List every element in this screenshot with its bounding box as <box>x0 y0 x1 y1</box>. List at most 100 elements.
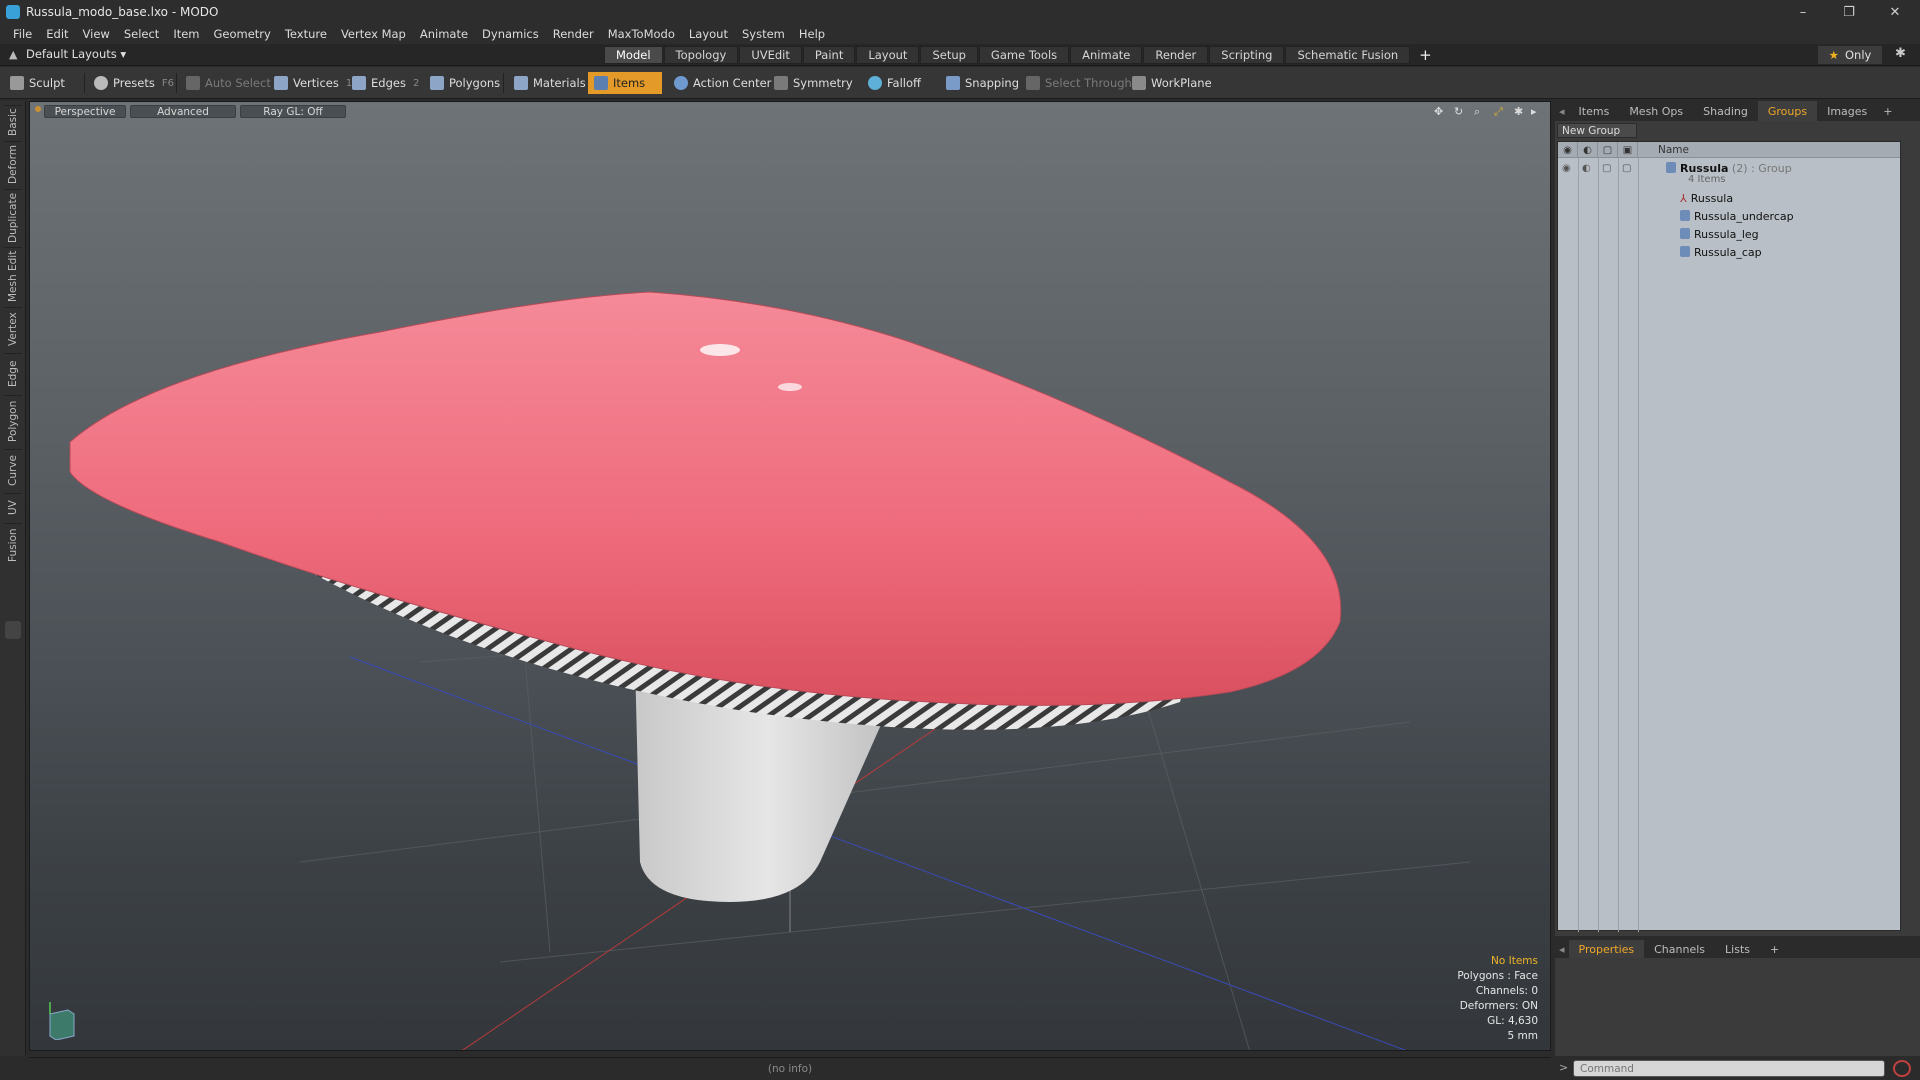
group-item-russula-cap[interactable]: Russula_cap <box>1558 244 1900 262</box>
symmetry-button[interactable]: Symmetry <box>768 72 859 94</box>
polygons-button[interactable]: Polygons <box>424 72 506 94</box>
modo-app-icon <box>6 5 20 19</box>
menu-layout[interactable]: Layout <box>682 27 735 41</box>
tab-paint[interactable]: Paint <box>802 46 856 64</box>
record-macro-icon[interactable] <box>1893 1060 1911 1077</box>
menu-texture[interactable]: Texture <box>278 27 334 41</box>
action-center-button[interactable]: Action Center <box>668 72 777 94</box>
group-eye-icon[interactable]: ◉ <box>1562 163 1571 174</box>
menu-geometry[interactable]: Geometry <box>207 27 278 41</box>
tab-game-tools[interactable]: Game Tools <box>978 46 1070 64</box>
menu-item[interactable]: Item <box>166 27 206 41</box>
tab-scripting[interactable]: Scripting <box>1209 46 1285 64</box>
lock-icon[interactable]: ▢ <box>1598 142 1618 158</box>
group-lock-icon[interactable]: ▢ <box>1602 163 1611 174</box>
tab-properties[interactable]: Properties <box>1568 940 1645 958</box>
close-button[interactable]: ✕ <box>1872 0 1918 24</box>
render-icon[interactable]: ◐ <box>1578 142 1598 158</box>
tab-channels[interactable]: Channels <box>1644 940 1715 958</box>
tab-model[interactable]: Model <box>604 46 663 64</box>
visibility-eye-icon[interactable]: ◉ <box>1558 142 1578 158</box>
3d-viewport[interactable]: Perspective Advanced Ray GL: Off ✥ ↻ ⌕ ⤢… <box>29 101 1551 1051</box>
extra-tool-button[interactable] <box>5 621 21 639</box>
tab-duplicate[interactable]: Duplicate <box>4 189 22 245</box>
group-select-icon[interactable]: ▢ <box>1622 163 1631 174</box>
menu-file[interactable]: File <box>6 27 39 41</box>
default-layouts-dropdown[interactable]: Default Layouts ▾ <box>26 47 126 61</box>
tab-edge[interactable]: Edge <box>4 353 22 393</box>
group-item-russula-leg[interactable]: Russula_leg <box>1558 226 1900 244</box>
falloff-button[interactable]: Falloff <box>862 72 927 94</box>
tab-fusion[interactable]: Fusion <box>4 523 22 567</box>
name-column-header[interactable]: Name <box>1658 144 1689 156</box>
collapse-arrow-icon[interactable]: ▲ <box>9 48 17 61</box>
tab-topology[interactable]: Topology <box>663 46 739 64</box>
tab-uv[interactable]: UV <box>4 493 22 521</box>
command-input[interactable] <box>1573 1060 1885 1077</box>
menu-render[interactable]: Render <box>546 27 601 41</box>
tab-uvedit[interactable]: UVEdit <box>739 46 802 64</box>
group-item-russula[interactable]: ⅄ Russula <box>1558 190 1900 208</box>
panel-menu-icon[interactable]: ◂ <box>1555 101 1569 121</box>
select-through-button[interactable]: Select Through <box>1020 72 1138 94</box>
group-item-russula-undercap[interactable]: Russula_undercap <box>1558 208 1900 226</box>
select-icon[interactable]: ▣ <box>1618 142 1638 158</box>
polygons-icon <box>430 76 444 90</box>
minimize-button[interactable]: – <box>1780 0 1826 24</box>
gear-icon[interactable]: ✱ <box>1895 46 1906 61</box>
add-tab-plus-icon[interactable]: + <box>1411 46 1440 64</box>
groups-scrollbar[interactable] <box>1902 141 1916 931</box>
tab-curve[interactable]: Curve <box>4 449 22 491</box>
menu-bar: File Edit View Select Item Geometry Text… <box>0 24 1920 44</box>
tab-animate[interactable]: Animate <box>1070 46 1143 64</box>
new-group-button[interactable]: New Group <box>1557 123 1637 138</box>
tab-vertex[interactable]: Vertex <box>4 307 22 351</box>
groups-list: ◉ ◐ ▢ ▣ Name ◉ ◐ ▢ ▢ Russula (2) : Group… <box>1557 141 1901 932</box>
tab-render[interactable]: Render <box>1143 46 1209 64</box>
snapping-button[interactable]: Snapping <box>940 72 1025 94</box>
tab-items[interactable]: Items <box>1569 101 1620 121</box>
menu-system[interactable]: System <box>735 27 792 41</box>
menu-help[interactable]: Help <box>792 27 832 41</box>
only-button[interactable]: ★ Only <box>1818 46 1882 64</box>
menu-vertex-map[interactable]: Vertex Map <box>334 27 413 41</box>
mushroom-scene <box>69 291 1471 1050</box>
menu-maxtomodo[interactable]: MaxToModo <box>601 27 682 41</box>
tab-shading[interactable]: Shading <box>1693 101 1758 121</box>
tab-mesh-edit[interactable]: Mesh Edit <box>4 247 22 305</box>
tab-setup[interactable]: Setup <box>920 46 978 64</box>
group-type: : Group <box>1751 162 1792 175</box>
menu-view[interactable]: View <box>76 27 117 41</box>
tab-layout[interactable]: Layout <box>856 46 920 64</box>
properties-menu-icon[interactable]: ◂ <box>1555 940 1569 958</box>
tab-polygon[interactable]: Polygon <box>4 395 22 447</box>
items-button[interactable]: Items <box>588 72 662 94</box>
channels-info: Channels: 0 <box>1475 985 1538 997</box>
add-properties-tab-icon[interactable]: + <box>1760 940 1789 958</box>
tab-lists[interactable]: Lists <box>1715 940 1760 958</box>
tab-basic[interactable]: Basic <box>4 105 22 139</box>
auto-select-button[interactable]: Auto Select <box>180 72 277 94</box>
workplane-button[interactable]: WorkPlane <box>1126 72 1218 94</box>
tab-images[interactable]: Images <box>1817 101 1877 121</box>
tab-groups[interactable]: Groups <box>1757 101 1818 121</box>
menu-select[interactable]: Select <box>117 27 166 41</box>
mesh-icon <box>1680 210 1690 221</box>
restore-button[interactable]: ❐ <box>1826 0 1872 24</box>
group-row-russula[interactable]: ◉ ◐ ▢ ▢ Russula (2) : Group 4 Items <box>1558 160 1900 188</box>
group-render-icon[interactable]: ◐ <box>1582 163 1591 174</box>
edges-button[interactable]: Edges 2 <box>346 72 425 94</box>
materials-button[interactable]: Materials <box>508 72 592 94</box>
presets-button[interactable]: Presets F6 <box>88 72 180 94</box>
sculpt-button[interactable]: Sculpt <box>4 72 71 94</box>
tab-deform[interactable]: Deform <box>4 141 22 187</box>
menu-animate[interactable]: Animate <box>413 27 475 41</box>
menu-edit[interactable]: Edit <box>39 27 75 41</box>
vertices-button[interactable]: Vertices 1 <box>268 72 358 94</box>
tab-schematic-fusion[interactable]: Schematic Fusion <box>1285 46 1411 64</box>
viewport-info-overlay: No Items Polygons : Face Channels: 0 Def… <box>1457 954 1538 1044</box>
menu-dynamics[interactable]: Dynamics <box>475 27 546 41</box>
tab-mesh-ops[interactable]: Mesh Ops <box>1619 101 1693 121</box>
add-panel-tab-icon[interactable]: + <box>1877 105 1898 118</box>
materials-icon <box>514 76 528 90</box>
